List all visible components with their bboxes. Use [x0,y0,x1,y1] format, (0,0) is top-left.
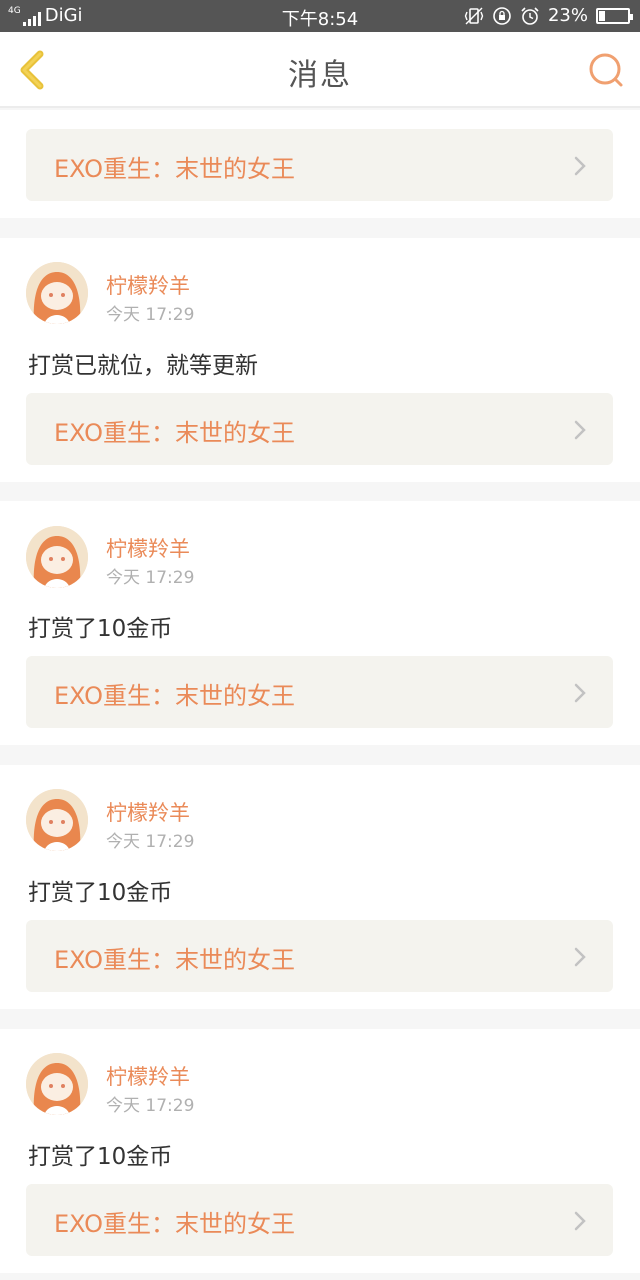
book-title: EXO重生：末世的女王 [54,946,295,974]
chevron-right-icon [574,420,586,440]
chevron-right-icon [574,947,586,967]
username[interactable]: 柠檬羚羊 [106,270,190,300]
username[interactable]: 柠檬羚羊 [106,797,190,827]
search-icon [589,53,623,87]
chevron-right-icon [574,683,586,703]
message-text: 打赏了10金币 [28,616,173,642]
book-link[interactable]: EXO重生：末世的女王 [26,920,613,992]
message-card: 柠檬羚羊 今天 17:29 打赏了10金币 EXO重生：末世的女王 [0,501,640,745]
timestamp: 今天 17:29 [106,1096,195,1116]
timestamp: 今天 17:29 [106,568,195,588]
avatar[interactable] [26,789,88,851]
status-right: 23% [464,5,633,26]
header-bar: 消息 [0,32,640,108]
status-bar: 4G DiGi 下午8:54 23% [0,0,640,32]
timestamp: 今天 17:29 [106,305,195,325]
book-link[interactable]: EXO重生：末世的女王 [26,1184,613,1256]
book-link[interactable]: EXO重生：末世的女王 [26,656,613,728]
book-link[interactable]: EXO重生：末世的女王 [26,393,613,465]
alarm-icon [520,6,540,26]
book-title: EXO重生：末世的女王 [54,682,295,710]
avatar[interactable] [26,262,88,324]
message-card: EXO重生：末世的女王 [0,110,640,218]
message-text: 打赏了10金币 [28,880,173,906]
chevron-right-icon [574,156,586,176]
avatar[interactable] [26,526,88,588]
message-card: 柠檬羚羊 今天 17:29 打赏了10金币 EXO重生：末世的女王 [0,1029,640,1273]
avatar[interactable] [26,1053,88,1115]
message-text: 打赏了10金币 [28,1144,173,1170]
battery-icon [596,7,633,24]
book-link[interactable]: EXO重生：末世的女王 [26,129,613,201]
timestamp: 今天 17:29 [106,832,195,852]
battery-percent: 23% [547,5,588,26]
page-title: 消息 [288,58,352,93]
chevron-right-icon [574,1211,586,1231]
message-card: 柠檬羚羊 今天 17:29 打赏已就位，就等更新 EXO重生：末世的女王 [0,238,640,482]
message-text: 打赏已就位，就等更新 [28,353,258,379]
username[interactable]: 柠檬羚羊 [106,1061,190,1091]
username[interactable]: 柠檬羚羊 [106,533,190,563]
search-button[interactable] [586,50,626,90]
book-title: EXO重生：末世的女王 [54,1210,295,1238]
book-title: EXO重生：末世的女王 [54,155,295,183]
book-title: EXO重生：末世的女王 [54,419,295,447]
message-card: 柠檬羚羊 今天 17:29 打赏了10金币 EXO重生：末世的女王 [0,765,640,1009]
vibrate-icon [464,6,484,26]
rotation-lock-icon [492,6,512,26]
